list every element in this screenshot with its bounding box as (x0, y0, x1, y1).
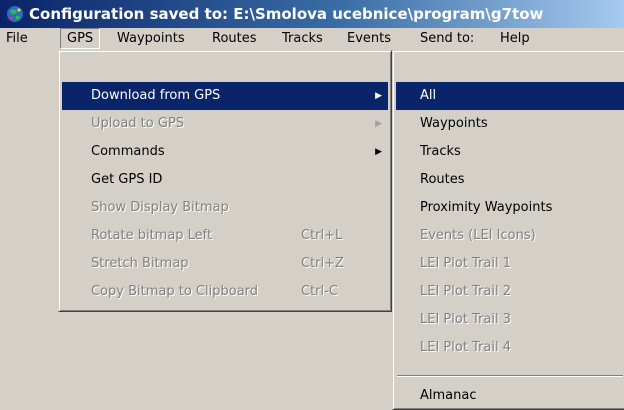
menu-item-label: LEI Plot Trail 1 (420, 256, 512, 271)
menu-item-label: Stretch Bitmap (91, 256, 189, 271)
submenu-item-lei-plot-trail-1[interactable]: LEI Plot Trail 1 (396, 250, 624, 278)
submenu-item-lei-plot-trail-3[interactable]: LEI Plot Trail 3 (396, 306, 624, 334)
submenu-item-almanac[interactable]: Almanac (396, 382, 624, 410)
title-bar[interactable]: Configuration saved to: E:\Smolova ucebn… (0, 0, 624, 28)
gps-menu: Download from GPS ▶ Upload to GPS ▶ Comm… (58, 50, 392, 312)
menu-item-label: Upload to GPS (91, 116, 185, 131)
menu-item-get-gps-id[interactable]: Get GPS ID (62, 166, 388, 194)
menu-waypoints[interactable]: Waypoints (111, 29, 191, 48)
menu-item-label: LEI Plot Trail 4 (420, 340, 512, 355)
submenu-arrow-icon: ▶ (375, 147, 382, 157)
menu-item-shortcut: Ctrl+L (301, 228, 343, 243)
download-submenu: All Waypoints Tracks Routes Proximity Wa… (392, 50, 624, 410)
menu-tracks[interactable]: Tracks (276, 29, 329, 48)
menu-send-to[interactable]: Send to: (414, 29, 480, 48)
menu-item-label: Get GPS ID (91, 172, 163, 187)
menu-item-label: Routes (420, 172, 465, 187)
window-title: Configuration saved to: E:\Smolova ucebn… (29, 5, 544, 23)
menu-bar: File GPS Waypoints Routes Tracks Events … (0, 28, 624, 49)
submenu-item-all[interactable]: All (396, 82, 624, 110)
menu-item-label: Tracks (420, 144, 461, 159)
menu-item-stretch-bitmap[interactable]: Stretch Bitmap Ctrl+Z (62, 250, 388, 278)
menu-item-shortcut: Ctrl-C (301, 284, 338, 299)
menu-item-upload-to-gps[interactable]: Upload to GPS ▶ (62, 110, 388, 138)
submenu-item-lei-plot-trail-4[interactable]: LEI Plot Trail 4 (396, 334, 624, 362)
submenu-item-tracks[interactable]: Tracks (396, 138, 624, 166)
menu-item-copy-bitmap-to-clipboard[interactable]: Copy Bitmap to Clipboard Ctrl-C (62, 278, 388, 306)
menu-item-label: LEI Plot Trail 3 (420, 312, 512, 327)
menu-routes[interactable]: Routes (206, 29, 263, 48)
submenu-item-lei-plot-trail-2[interactable]: LEI Plot Trail 2 (396, 278, 624, 306)
menu-item-label: All (420, 88, 437, 103)
submenu-item-events-lei-icons[interactable]: Events (LEI Icons) (396, 222, 624, 250)
menu-item-label: LEI Plot Trail 2 (420, 284, 512, 299)
menu-help[interactable]: Help (494, 29, 536, 48)
menu-separator (397, 375, 623, 377)
menu-item-label: Download from GPS (91, 88, 221, 103)
menu-item-label: Events (LEI Icons) (420, 228, 536, 243)
menu-events[interactable]: Events (341, 29, 397, 48)
menu-item-label: Almanac (420, 388, 477, 403)
submenu-arrow-icon: ▶ (375, 119, 382, 129)
submenu-item-waypoints[interactable]: Waypoints (396, 110, 624, 138)
submenu-item-routes[interactable]: Routes (396, 166, 624, 194)
menu-item-label: Copy Bitmap to Clipboard (91, 284, 259, 299)
menu-item-download-from-gps[interactable]: Download from GPS ▶ (62, 82, 388, 110)
menu-item-label: Rotate bitmap Left (91, 228, 213, 243)
menu-item-label: Proximity Waypoints (420, 200, 553, 215)
menu-item-commands[interactable]: Commands ▶ (62, 138, 388, 166)
menu-gps[interactable]: GPS (60, 28, 101, 49)
menu-item-show-display-bitmap[interactable]: Show Display Bitmap (62, 194, 388, 222)
menu-item-label: Commands (91, 144, 165, 159)
app-globe-icon[interactable] (6, 5, 24, 23)
menu-item-label: Show Display Bitmap (91, 200, 229, 215)
menu-item-label: Waypoints (420, 116, 488, 131)
menu-item-shortcut: Ctrl+Z (301, 256, 344, 271)
menu-item-rotate-bitmap-left[interactable]: Rotate bitmap Left Ctrl+L (62, 222, 388, 250)
submenu-arrow-icon: ▶ (375, 91, 382, 101)
submenu-item-proximity-waypoints[interactable]: Proximity Waypoints (396, 194, 624, 222)
menu-file[interactable]: File (0, 29, 34, 48)
